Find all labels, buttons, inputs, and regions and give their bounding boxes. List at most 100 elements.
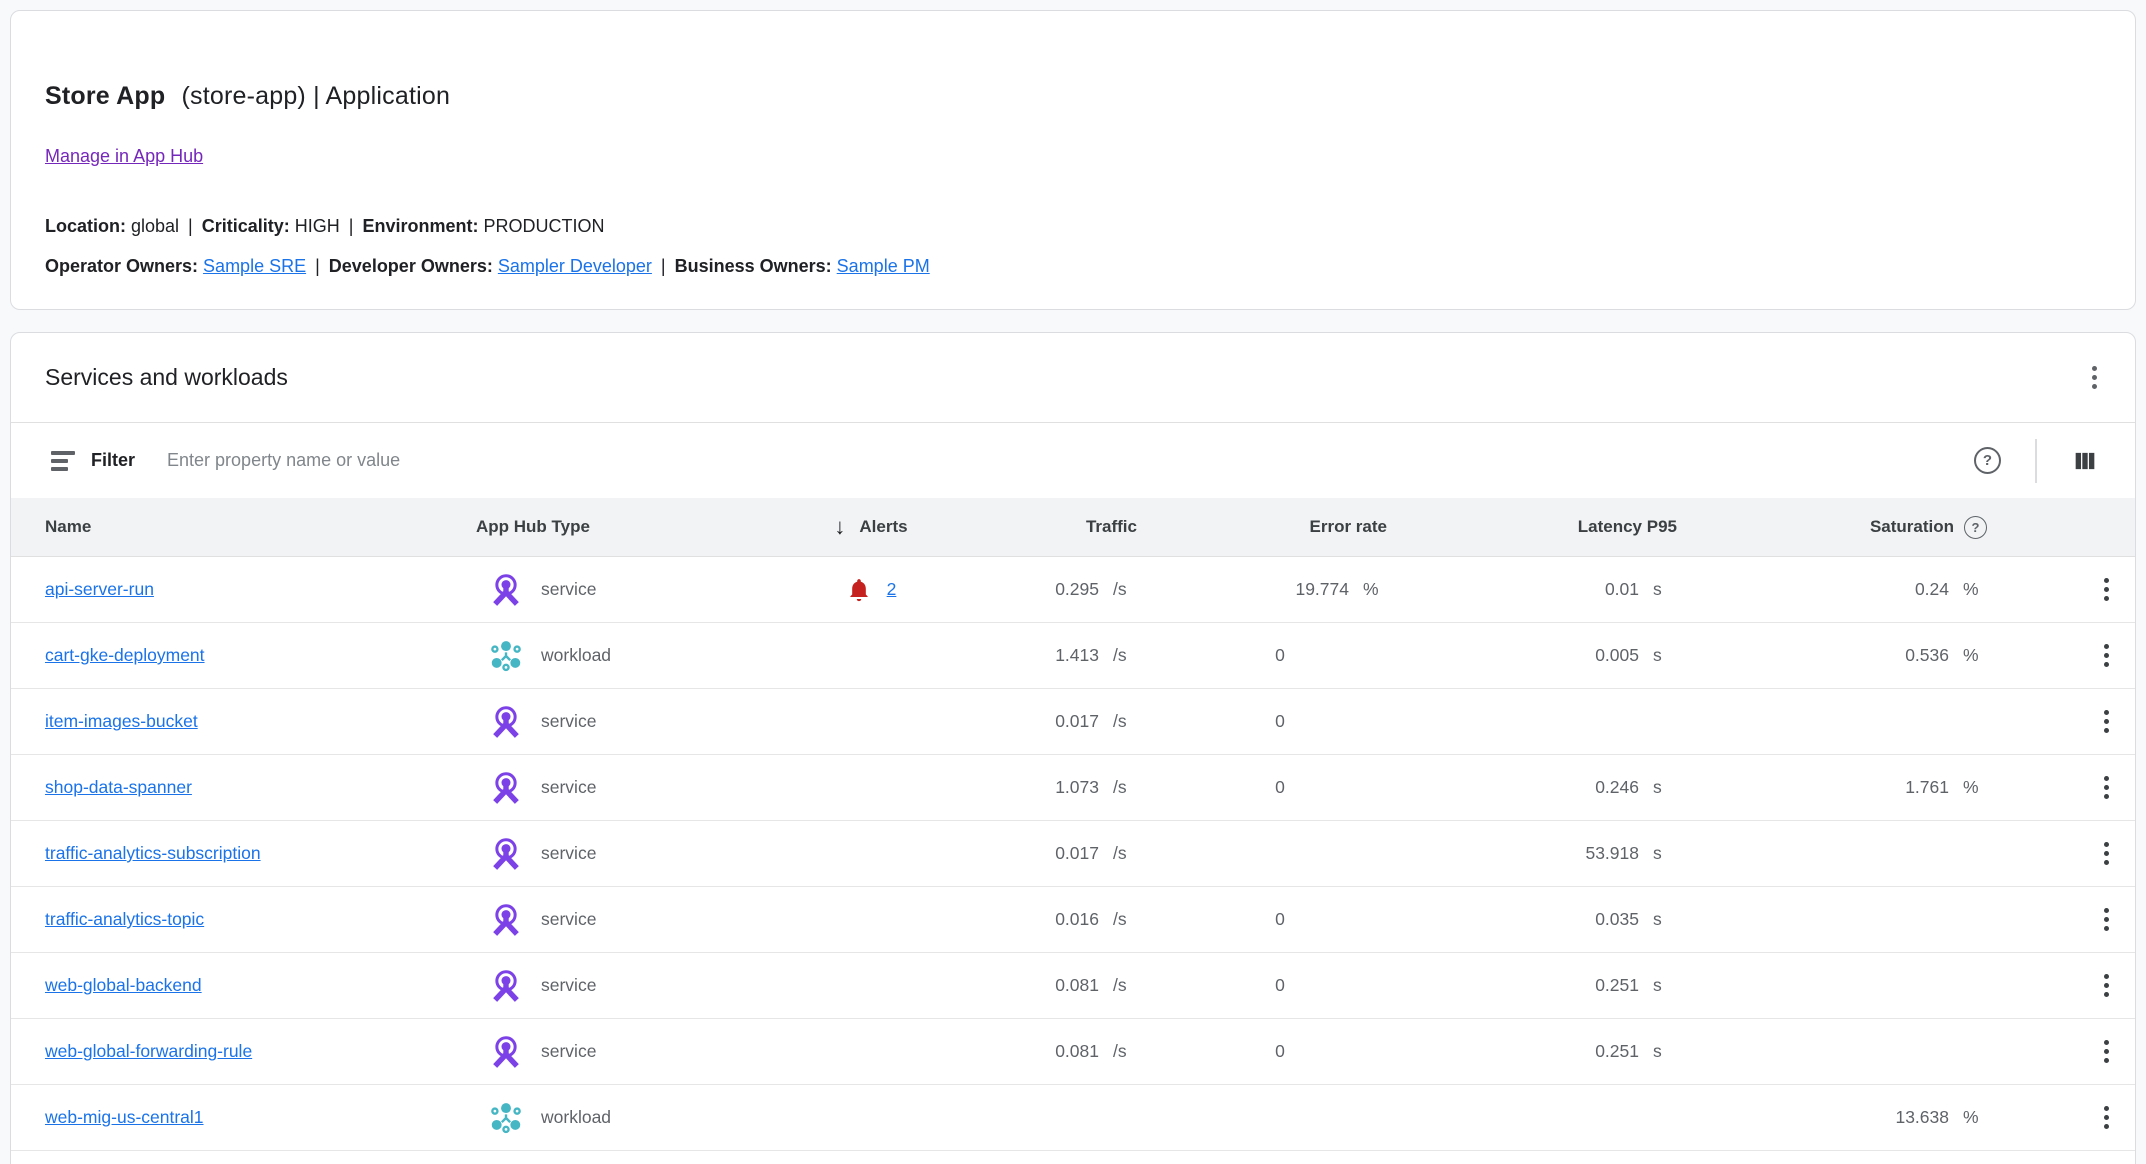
owner-link[interactable]: Sample SRE [203, 256, 306, 276]
filter-help-button[interactable]: ? [1968, 441, 2007, 480]
error-rate-value: 0 [1275, 645, 1285, 666]
service-name-link[interactable]: shop-data-spanner [45, 777, 192, 798]
actions-cell [2011, 900, 2135, 939]
type-cell: service [476, 836, 726, 872]
table-row: api-server-run [11, 557, 2135, 623]
row-more-options-button[interactable] [2096, 900, 2117, 939]
header-name[interactable]: Name [11, 517, 476, 537]
alerts-cell: 2 [726, 577, 976, 603]
header-alerts[interactable]: ↓ Alerts [726, 516, 976, 538]
traffic-value: 0.081 [1055, 975, 1099, 996]
row-more-options-button[interactable] [2096, 636, 2117, 675]
column-display-options-button[interactable] [2065, 441, 2105, 481]
header-traffic[interactable]: Traffic [976, 517, 1161, 537]
table-row: cart-gke-deployment [11, 623, 2135, 689]
row-more-options-button[interactable] [2096, 966, 2117, 1005]
header-error-rate[interactable]: Error rate [1161, 517, 1411, 537]
latency-value: 0.246 [1595, 777, 1639, 798]
type-cell: service [476, 902, 726, 938]
service-name-link[interactable]: web-global-forwarding-rule [45, 1041, 252, 1062]
meta-value: PRODUCTION [483, 216, 604, 236]
row-more-options-button[interactable] [2096, 1032, 2117, 1071]
filter-label[interactable]: Filter [91, 450, 135, 471]
filter-input[interactable] [167, 450, 1968, 471]
table-row: item-images-bucket [11, 689, 2135, 755]
error-cell: 19.774% [1161, 579, 1411, 600]
traffic-value: 0.081 [1055, 1041, 1099, 1062]
traffic-cell: 0.295/s [976, 579, 1161, 600]
saturation-value: 1.761 [1905, 777, 1949, 798]
separator: | [179, 216, 202, 236]
error-rate-value: 0 [1275, 711, 1285, 732]
header-saturation-label: Saturation [1870, 517, 1954, 537]
service-name-link[interactable]: web-global-backend [45, 975, 202, 996]
toolbar-divider [2035, 439, 2037, 483]
row-more-options-button[interactable] [2096, 570, 2117, 609]
latency-cell: 0.251s [1411, 975, 1701, 996]
service-name-link[interactable]: item-images-bucket [45, 711, 198, 732]
row-type-label: service [541, 975, 596, 996]
latency-unit: s [1639, 579, 1689, 600]
filter-icon [51, 451, 75, 471]
filter-bar: Filter ? [11, 423, 2135, 498]
name-cell: cart-gke-deployment [11, 645, 476, 666]
row-more-options-button[interactable] [2096, 768, 2117, 807]
service-icon [488, 836, 524, 872]
saturation-cell: 0.536% [1701, 645, 2011, 666]
latency-cell: 0.246s [1411, 777, 1701, 798]
saturation-cell: 0.24% [1701, 579, 2011, 600]
panel-title: Services and workloads [45, 364, 288, 391]
header-app-hub-type[interactable]: App Hub Type [476, 517, 726, 537]
error-rate-value: 0 [1275, 777, 1285, 798]
row-more-options-button[interactable] [2096, 702, 2117, 741]
saturation-unit: % [1949, 645, 1999, 666]
meta-label: Business Owners: [675, 256, 837, 276]
saturation-help-icon[interactable]: ? [1964, 516, 1987, 539]
service-name-link[interactable]: traffic-analytics-subscription [45, 843, 261, 864]
service-icon [488, 968, 524, 1004]
row-more-options-button[interactable] [2096, 834, 2117, 873]
page: Store App (store-app) | Application Mana… [0, 0, 2146, 1164]
latency-unit: s [1639, 909, 1689, 930]
header-traffic-label: Traffic [1086, 517, 1137, 537]
header-alerts-label: Alerts [859, 517, 907, 537]
row-type-label: service [541, 777, 596, 798]
error-rate-value: 19.774 [1295, 579, 1349, 600]
saturation-value: 0.24 [1915, 579, 1949, 600]
saturation-cell: 13.638% [1701, 1107, 2011, 1128]
workload-icon [488, 1100, 524, 1136]
service-name-link[interactable]: web-mig-us-central1 [45, 1107, 204, 1128]
latency-cell: 0.251s [1411, 1041, 1701, 1062]
separator: | [652, 256, 675, 276]
actions-cell [2011, 768, 2135, 807]
traffic-unit: /s [1099, 843, 1149, 864]
owner-link[interactable]: Sample PM [837, 256, 930, 276]
service-name-link[interactable]: traffic-analytics-topic [45, 909, 204, 930]
row-type-label: workload [541, 645, 611, 666]
error-rate-value: 0 [1275, 1041, 1285, 1062]
row-more-options-button[interactable] [2096, 1098, 2117, 1137]
service-name-link[interactable]: api-server-run [45, 579, 154, 600]
header-saturation[interactable]: Saturation ? [1701, 516, 2011, 539]
header-latency-p95[interactable]: Latency P95 [1411, 517, 1701, 537]
meta-label: Developer Owners: [329, 256, 498, 276]
owner-link[interactable]: Sampler Developer [498, 256, 652, 276]
error-cell: 0 [1161, 777, 1411, 798]
meta-label: Operator Owners: [45, 256, 203, 276]
latency-unit: s [1639, 645, 1689, 666]
traffic-unit: /s [1099, 975, 1149, 996]
traffic-value: 0.016 [1055, 909, 1099, 930]
alert-count-link[interactable]: 2 [887, 579, 897, 600]
name-cell: shop-data-spanner [11, 777, 476, 798]
error-cell: 0 [1161, 711, 1411, 732]
panel-more-options-button[interactable] [2084, 358, 2105, 397]
meta-value: global [131, 216, 179, 236]
service-name-link[interactable]: cart-gke-deployment [45, 645, 205, 666]
traffic-unit: /s [1099, 711, 1149, 732]
alert-bell-icon [846, 577, 872, 603]
manage-in-app-hub-link[interactable]: Manage in App Hub [45, 146, 203, 167]
app-id-and-kind: (store-app) | Application [181, 82, 450, 110]
type-cell: service [476, 1034, 726, 1070]
row-type-label: workload [541, 1107, 611, 1128]
traffic-cell: 0.017/s [976, 711, 1161, 732]
